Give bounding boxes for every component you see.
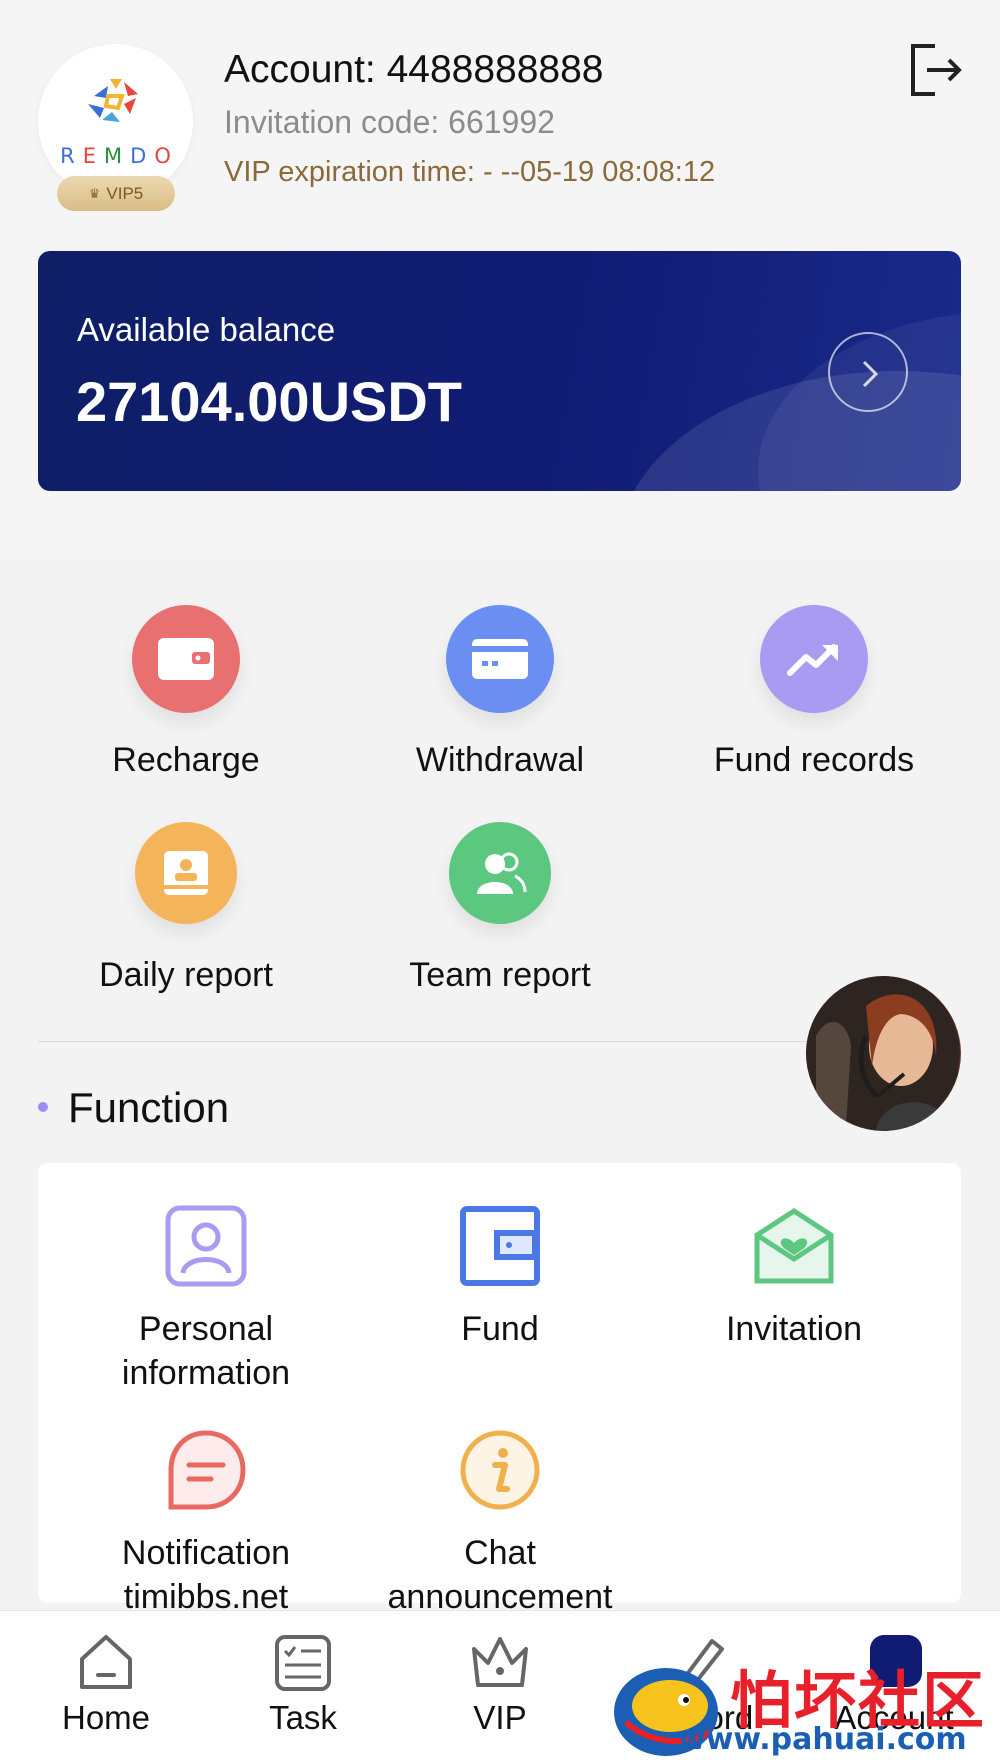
quick-action-label: Team report xyxy=(409,956,591,994)
message-icon xyxy=(163,1427,249,1513)
card-icon xyxy=(446,605,554,713)
function-card: Personal information Fund Invitation Not… xyxy=(38,1163,961,1616)
crown-icon xyxy=(468,1631,532,1695)
quick-action-daily-report[interactable]: Daily report xyxy=(36,822,336,995)
function-section-title: Function xyxy=(68,1084,230,1131)
vip-level-label: VIP5 xyxy=(106,183,144,203)
nav-label: Home xyxy=(61,1699,151,1736)
nav-vip[interactable]: VIP xyxy=(400,1631,600,1737)
quick-action-label: Recharge xyxy=(112,741,260,779)
vip-level-badge: ♛ VIP5 xyxy=(57,176,175,211)
report-icon xyxy=(135,822,237,924)
envelope-heart-icon xyxy=(751,1203,837,1289)
balance-card[interactable]: Available balance 27104.00USDT xyxy=(38,251,961,491)
balance-value: 27104.00USDT xyxy=(76,370,463,433)
home-icon xyxy=(74,1631,138,1695)
balance-label: Available balance xyxy=(77,311,336,348)
function-label: Chat announcement xyxy=(387,1534,613,1616)
quick-action-fund-records[interactable]: Fund records xyxy=(664,605,964,780)
nav-task[interactable]: Task xyxy=(203,1631,403,1737)
customer-service-avatar[interactable] xyxy=(806,976,961,1131)
section-bullet xyxy=(38,1102,48,1112)
watermark-url: www.pahuai.com xyxy=(678,1722,967,1757)
quick-action-label: Fund records xyxy=(713,741,915,779)
info-icon xyxy=(457,1427,543,1513)
nav-label: Task xyxy=(269,1699,337,1736)
wallet-icon xyxy=(132,605,240,713)
account-header: REMDO ♛ VIP5 Account: 4488888888 Invitat… xyxy=(0,0,1000,560)
quick-action-team-report[interactable]: Team report xyxy=(350,822,650,995)
remdo-logo-icon xyxy=(88,79,138,122)
function-fund[interactable]: Fund xyxy=(350,1203,650,1351)
logo-text: REMDO xyxy=(60,144,179,168)
function-invitation[interactable]: Invitation xyxy=(644,1203,944,1351)
logout-icon[interactable] xyxy=(905,40,965,100)
nav-label: VIP xyxy=(473,1699,527,1736)
account-number: Account: 4488888888 xyxy=(224,48,604,91)
function-label: Invitation xyxy=(725,1310,863,1348)
function-chat-announcement[interactable]: Chat announcement xyxy=(350,1427,650,1619)
quick-action-label: Daily report xyxy=(99,956,273,994)
account-page: REMDO ♛ VIP5 Account: 4488888888 Invitat… xyxy=(0,0,1000,1763)
function-notification[interactable]: Notification timibbs.net xyxy=(56,1427,356,1619)
headset-agent-icon xyxy=(806,976,960,1131)
invitation-code: Invitation code: 661992 xyxy=(224,104,555,140)
quick-action-withdrawal[interactable]: Withdrawal xyxy=(350,605,650,780)
chevron-right-icon[interactable] xyxy=(828,332,908,412)
card-decoration xyxy=(618,371,961,491)
vip-expiration: VIP expiration time: - --05-19 08:08:12 xyxy=(224,156,716,188)
crown-small-icon: ♛ xyxy=(88,185,101,201)
function-personal-information[interactable]: Personal information xyxy=(56,1203,356,1395)
quick-action-label: Withdrawal xyxy=(415,741,585,779)
nav-home[interactable]: Home xyxy=(6,1631,206,1737)
function-label: Notification timibbs.net xyxy=(121,1534,291,1616)
function-label: Fund xyxy=(461,1310,539,1348)
user-card-icon xyxy=(163,1203,249,1289)
wallet-outline-icon xyxy=(457,1203,543,1289)
task-list-icon xyxy=(271,1631,335,1695)
team-icon xyxy=(449,822,551,924)
quick-action-recharge[interactable]: Recharge xyxy=(36,605,336,780)
trend-up-icon xyxy=(760,605,868,713)
function-label: Personal information xyxy=(121,1310,291,1392)
